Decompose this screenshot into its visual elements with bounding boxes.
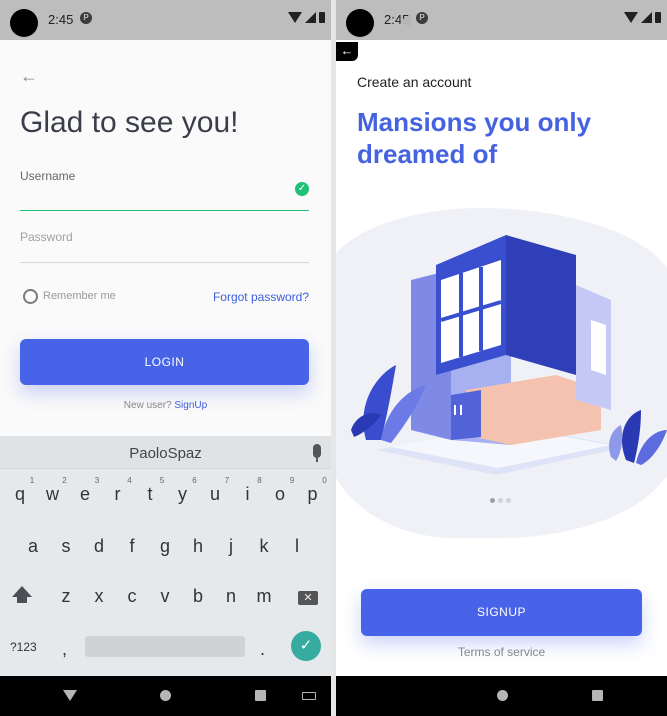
key-z[interactable]: z (54, 586, 78, 607)
period-key[interactable]: . (260, 639, 265, 660)
login-screen: 2:45 P ← ← Glad to see you! Username ✓ P… (0, 0, 331, 716)
key-e[interactable]: e (73, 484, 97, 505)
nav-back-icon[interactable] (400, 14, 411, 28)
cell-signal-icon (305, 12, 316, 23)
nav-back-icon[interactable] (63, 690, 77, 701)
key-number-hint: 5 (159, 476, 165, 485)
key-q[interactable]: q (8, 484, 32, 505)
login-content: ← Glad to see you! Username ✓ Password R… (0, 40, 331, 436)
key-number-hint: 9 (289, 476, 295, 485)
space-bar[interactable] (85, 636, 245, 657)
shift-icon-stem (17, 597, 27, 603)
key-number-hint: 1 (29, 476, 35, 485)
page-indicator (490, 498, 511, 503)
back-arrow-icon[interactable]: ← (20, 66, 38, 87)
key-l[interactable]: l (285, 536, 309, 557)
hero-headline: Mansions you only dreamed of (357, 107, 592, 169)
status-time: 2:45 (48, 12, 74, 27)
parking-notification-icon: P (80, 12, 92, 24)
parking-notification-icon: P (416, 12, 428, 24)
wifi-icon (624, 12, 638, 23)
status-bar: 2:45 P (0, 0, 331, 40)
key-m[interactable]: m (252, 586, 276, 607)
backspace-icon[interactable]: ✕ (298, 591, 318, 605)
username-field[interactable] (20, 210, 309, 211)
key-s[interactable]: s (54, 536, 78, 557)
front-camera-cutout (10, 9, 38, 37)
key-c[interactable]: c (120, 586, 144, 607)
key-b[interactable]: b (186, 586, 210, 607)
system-icons (624, 12, 661, 23)
page-dot[interactable] (506, 498, 511, 503)
nav-recents-icon[interactable] (255, 690, 266, 701)
terms-of-service-link[interactable]: Terms of service (336, 645, 667, 659)
key-t[interactable]: t (138, 484, 162, 505)
new-user-prompt: New user? SignUp (0, 400, 331, 411)
username-label: Username (20, 169, 76, 183)
battery-icon (319, 12, 325, 23)
key-i[interactable]: i (236, 484, 260, 505)
create-account-subtitle: Create an account (357, 74, 472, 90)
signup-screen: 2:45 P ← Create an account Mansions you … (336, 0, 667, 716)
wifi-icon (288, 12, 302, 23)
microphone-icon[interactable] (313, 444, 321, 462)
key-d[interactable]: d (87, 536, 111, 557)
page-title: Glad to see you! (20, 106, 239, 139)
key-y[interactable]: y (171, 484, 195, 505)
nav-recents-icon[interactable] (592, 690, 603, 701)
key-a[interactable]: a (21, 536, 45, 557)
login-button[interactable]: LOGIN (20, 339, 309, 385)
battery-icon (655, 12, 661, 23)
new-user-text: New user? (123, 400, 172, 411)
keyboard-switch-icon[interactable] (302, 692, 316, 700)
key-number-hint: 7 (224, 476, 230, 485)
nav-home-icon[interactable] (497, 690, 508, 701)
enter-check-icon[interactable]: ✓ (291, 631, 321, 661)
house-illustration (351, 235, 667, 475)
forgot-password-link[interactable]: Forgot password? (213, 290, 309, 304)
nav-home-icon[interactable] (160, 690, 171, 701)
key-number-hint: 2 (62, 476, 67, 485)
key-g[interactable]: g (153, 536, 177, 557)
overlay-back-icon[interactable]: ← (336, 42, 358, 61)
remember-me-radio[interactable] (23, 289, 38, 304)
key-o[interactable]: o (268, 484, 292, 505)
key-number-hint: 4 (127, 476, 132, 485)
page-dot[interactable] (498, 498, 503, 503)
key-number-hint: 3 (94, 476, 100, 485)
symbols-key[interactable]: ?123 (10, 640, 37, 654)
password-label: Password (20, 230, 73, 244)
key-v[interactable]: v (153, 586, 177, 607)
front-camera-cutout (346, 9, 374, 37)
shift-icon[interactable] (12, 586, 32, 597)
key-h[interactable]: h (186, 536, 210, 557)
key-number-hint: 6 (192, 476, 197, 485)
comma-key[interactable]: , (62, 639, 67, 660)
soft-keyboard: PaoloSpaz ✕ ?123 , . ✓ q1w2e3r4t5y6u7i8o… (0, 436, 331, 676)
password-field[interactable] (20, 262, 309, 263)
signup-button[interactable]: SIGNUP (361, 589, 642, 636)
key-k[interactable]: k (252, 536, 276, 557)
cell-signal-icon (641, 12, 652, 23)
status-bar-right: 2:45 P (336, 0, 667, 40)
navigation-bar (0, 676, 331, 716)
key-number-hint: 8 (257, 476, 262, 485)
key-n[interactable]: n (219, 586, 243, 607)
key-f[interactable]: f (120, 536, 144, 557)
key-p[interactable]: p (301, 484, 325, 505)
key-x[interactable]: x (87, 586, 111, 607)
suggestion-word[interactable]: PaoloSpaz (0, 445, 331, 462)
key-number-hint: 0 (322, 476, 327, 485)
key-r[interactable]: r (106, 484, 130, 505)
key-u[interactable]: u (203, 484, 227, 505)
system-icons (288, 12, 325, 23)
page-dot-active[interactable] (490, 498, 495, 503)
key-w[interactable]: w (41, 484, 65, 505)
valid-check-icon: ✓ (295, 182, 309, 196)
navigation-bar-right (336, 676, 667, 716)
remember-me-label: Remember me (43, 290, 116, 302)
suggestion-strip: PaoloSpaz (0, 436, 331, 469)
signup-link[interactable]: SignUp (174, 400, 207, 411)
key-j[interactable]: j (219, 536, 243, 557)
